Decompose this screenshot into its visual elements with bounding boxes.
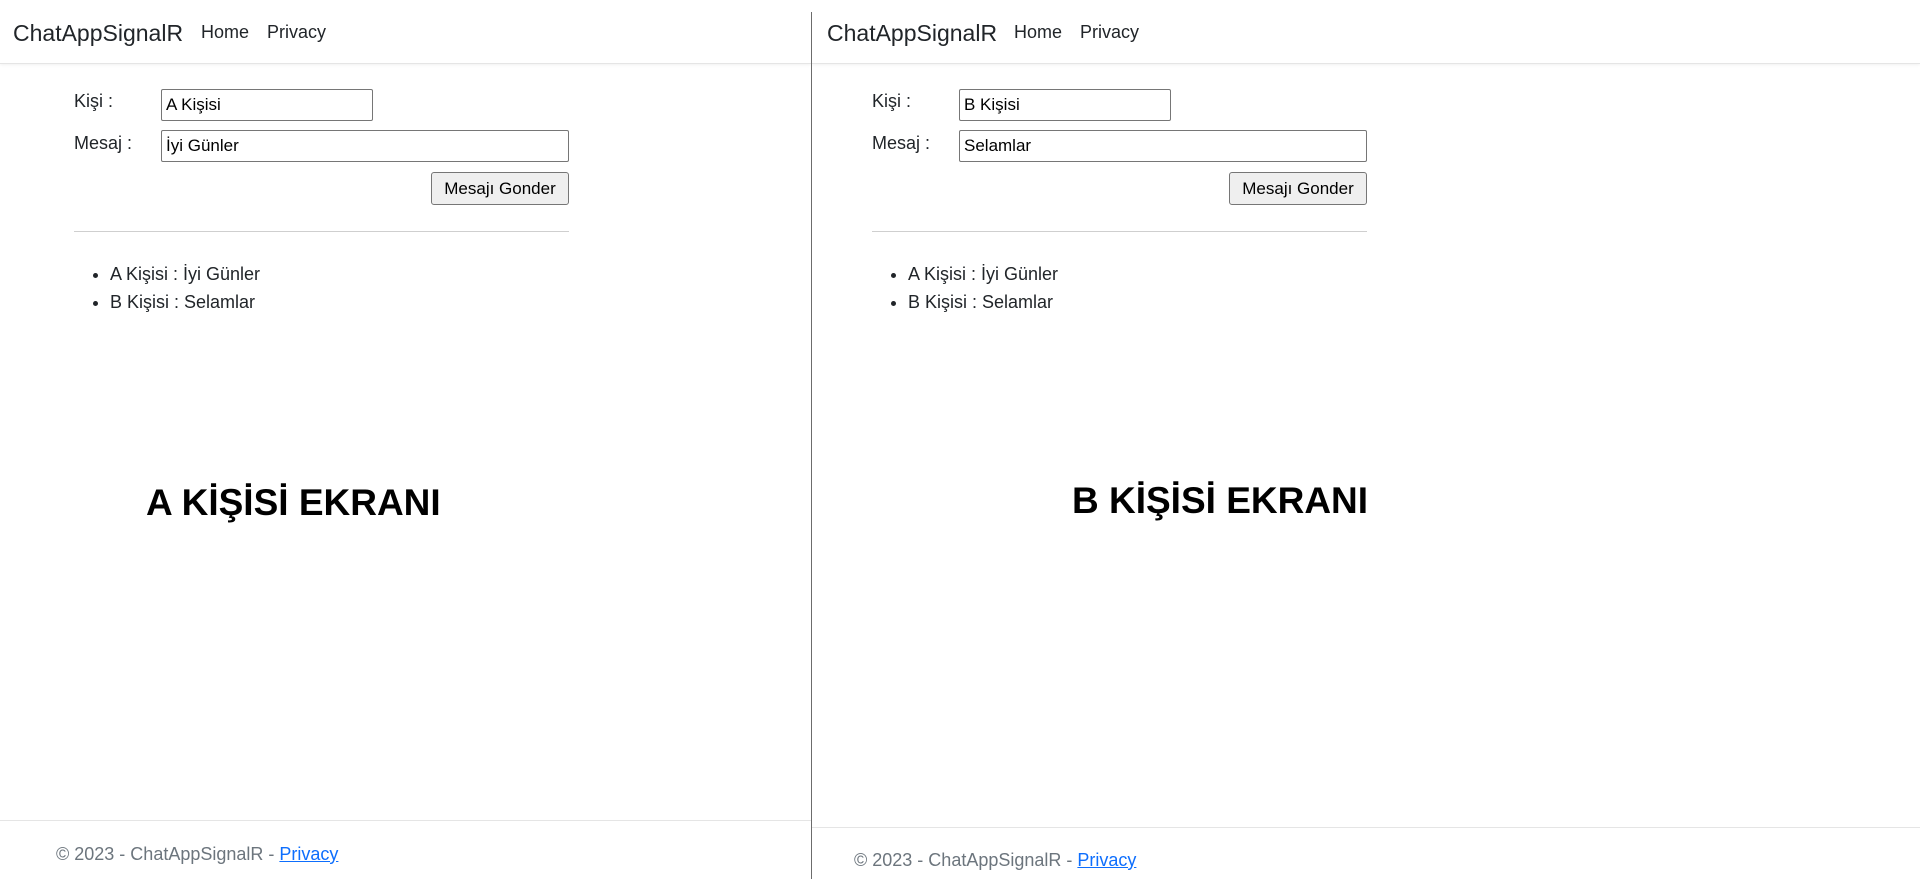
- send-message-button[interactable]: Mesajı Gonder: [431, 172, 569, 205]
- message-item: B Kişisi : Selamlar: [908, 288, 1058, 316]
- footer-copyright: © 2023 - ChatAppSignalR - Privacy: [56, 844, 339, 864]
- message-label: Mesaj :: [74, 133, 133, 153]
- browser-pane-a: ChatAppSignalR Home Privacy Kişi : Mesaj…: [0, 0, 811, 879]
- message-input[interactable]: [959, 130, 1367, 162]
- navbar: ChatAppSignalR Home Privacy: [812, 0, 1920, 64]
- screen-caption: A KİŞİSİ EKRANI: [146, 482, 441, 523]
- footer: © 2023 - ChatAppSignalR - Privacy: [812, 827, 1920, 879]
- send-message-button[interactable]: Mesajı Gonder: [1229, 172, 1367, 205]
- message-input[interactable]: [161, 130, 569, 162]
- footer: © 2023 - ChatAppSignalR - Privacy: [0, 820, 811, 879]
- footer-privacy-link[interactable]: Privacy: [1077, 850, 1136, 870]
- person-label: Kişi :: [74, 91, 114, 111]
- divider: [74, 231, 569, 232]
- message-item: A Kişisi : İyi Günler: [110, 260, 260, 288]
- brand-link[interactable]: ChatAppSignalR: [13, 20, 183, 47]
- person-label: Kişi :: [872, 91, 912, 111]
- navbar: ChatAppSignalR Home Privacy: [0, 0, 811, 64]
- browser-pane-b: ChatAppSignalR Home Privacy Kişi : Mesaj…: [812, 0, 1920, 879]
- nav-home-link[interactable]: Home: [1014, 22, 1062, 43]
- footer-copyright: © 2023 - ChatAppSignalR - Privacy: [854, 850, 1137, 870]
- divider: [872, 231, 1367, 232]
- brand-link[interactable]: ChatAppSignalR: [827, 20, 997, 47]
- messages-list: A Kişisi : İyi Günler B Kişisi : Selamla…: [872, 260, 1058, 316]
- nav-privacy-link[interactable]: Privacy: [267, 22, 326, 43]
- messages-list: A Kişisi : İyi Günler B Kişisi : Selamla…: [74, 260, 260, 316]
- nav-home-link[interactable]: Home: [201, 22, 249, 43]
- message-label: Mesaj :: [872, 133, 931, 153]
- nav-privacy-link[interactable]: Privacy: [1080, 22, 1139, 43]
- screen-caption: B KİŞİSİ EKRANI: [1072, 480, 1369, 521]
- footer-privacy-link[interactable]: Privacy: [279, 844, 338, 864]
- message-item: B Kişisi : Selamlar: [110, 288, 260, 316]
- person-input[interactable]: [161, 89, 373, 121]
- message-item: A Kişisi : İyi Günler: [908, 260, 1058, 288]
- person-input[interactable]: [959, 89, 1171, 121]
